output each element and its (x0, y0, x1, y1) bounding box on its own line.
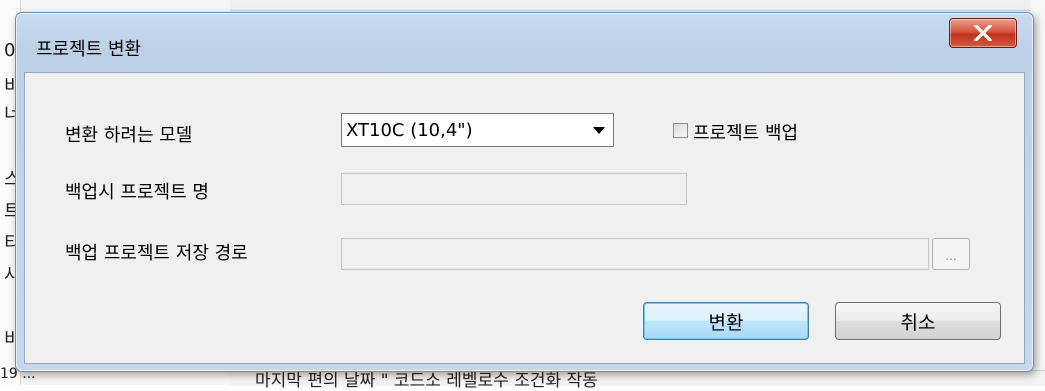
dialog-title: 프로젝트 변환 (36, 39, 142, 60)
title-bar[interactable]: 프로젝트 변환 (16, 13, 1033, 71)
backup-checkbox[interactable] (673, 123, 688, 138)
close-icon (974, 25, 992, 41)
convert-button[interactable]: 변환 (643, 302, 809, 340)
cancel-button[interactable]: 취소 (835, 302, 1001, 340)
chevron-down-icon[interactable] (593, 127, 605, 134)
background-text: 0 (4, 40, 16, 61)
backup-path-label: 백업 프로젝트 저장 경로 (65, 243, 248, 264)
convert-project-dialog: 프로젝트 변환 변환 하려는 모델 XT10C (10,4") 프로젝트 백업 … (15, 12, 1034, 372)
browse-button[interactable]: ... (932, 238, 970, 270)
model-label: 변환 하려는 모델 (65, 125, 193, 146)
backup-name-label: 백업시 프로젝트 명 (65, 182, 209, 203)
close-button[interactable] (949, 18, 1017, 48)
model-select[interactable]: XT10C (10,4") (341, 113, 614, 147)
background-toolbar (230, 0, 1030, 11)
backup-name-input[interactable] (341, 173, 687, 205)
backup-checkbox-label[interactable]: 프로젝트 백업 (693, 119, 798, 145)
model-select-value: XT10C (10,4") (346, 120, 473, 141)
dialog-client-area: 변환 하려는 모델 XT10C (10,4") 프로젝트 백업 백업시 프로젝트… (24, 72, 1025, 364)
backup-path-input[interactable] (341, 238, 929, 270)
